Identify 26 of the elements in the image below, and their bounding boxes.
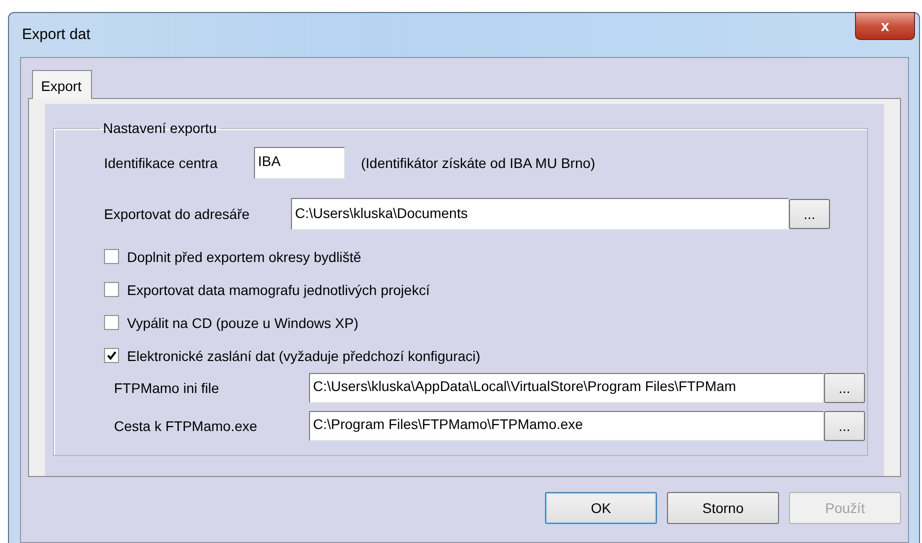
field-label: Cesta k FTPMamo.exe xyxy=(114,418,258,434)
field-label: Identifikace centra xyxy=(104,155,219,171)
input-field[interactable]: C:\Program Files\FTPMamo\FTPMamo.exe xyxy=(309,411,824,441)
checkbox-label: Elektronické zaslání dat (vyžaduje předchozí konfiguraci) xyxy=(127,348,480,364)
dialog-button[interactable]: Storno xyxy=(667,492,779,524)
checkbox[interactable] xyxy=(104,315,119,330)
dialog-button[interactable]: OK xyxy=(545,492,657,524)
field-label: Exportovat do adresáře xyxy=(104,206,251,222)
checkbox[interactable] xyxy=(104,348,119,363)
input-field[interactable]: C:\Users\kluska\AppData\Local\VirtualStore\Program Files\FTPMam xyxy=(309,373,824,403)
input-field[interactable]: IBA xyxy=(254,147,345,179)
browse-button[interactable]: ... xyxy=(789,199,830,229)
browse-button[interactable]: ... xyxy=(824,373,865,403)
tab[interactable]: Export xyxy=(32,70,92,99)
close-button[interactable]: x xyxy=(855,12,915,40)
window-title: Export dat xyxy=(22,26,90,42)
input-field[interactable]: C:\Users\kluska\Documents xyxy=(291,198,789,230)
checkbox-label: Doplnit před exportem okresy bydliště xyxy=(127,248,362,264)
group-title: Nastavení exportu xyxy=(102,120,218,136)
field-label: FTPMamo ini file xyxy=(114,380,220,396)
checkbox-label: Vypálit na CD (pouze u Windows XP) xyxy=(127,314,358,330)
checkbox[interactable] xyxy=(104,282,119,297)
checkbox[interactable] xyxy=(104,249,119,264)
hint-text: (Identifikátor získáte od IBA MU Brno) xyxy=(361,155,596,171)
browse-button[interactable]: ... xyxy=(824,411,865,441)
checkbox-label: Exportovat data mamografu jednotlivých projekcí xyxy=(127,282,430,298)
